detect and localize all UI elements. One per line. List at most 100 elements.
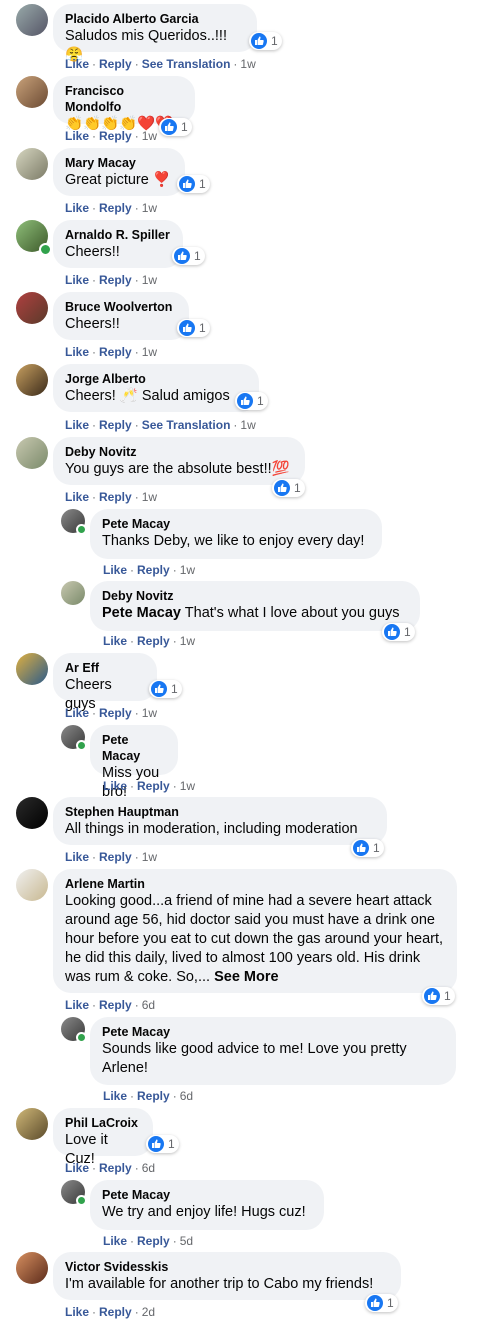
mention-link[interactable]: Pete Macay — [102, 605, 181, 621]
like-link[interactable]: Like — [65, 273, 89, 287]
comment-time[interactable]: 1w — [180, 779, 195, 793]
avatar[interactable] — [16, 292, 48, 324]
reply-link[interactable]: Reply — [99, 57, 132, 71]
avatar[interactable] — [16, 437, 48, 469]
comment-time[interactable]: 1w — [142, 129, 157, 143]
reply-link[interactable]: Reply — [99, 490, 132, 504]
see-translation-link[interactable]: See Translation — [142, 418, 231, 432]
comment-time[interactable]: 1w — [180, 634, 195, 648]
reply-link[interactable]: Reply — [99, 418, 132, 432]
avatar[interactable] — [16, 797, 48, 829]
comment-author[interactable]: Francisco Mondolfo — [65, 83, 183, 115]
reaction-count[interactable]: 1 — [177, 319, 210, 337]
like-link[interactable]: Like — [103, 1089, 127, 1103]
reply-link[interactable]: Reply — [99, 998, 132, 1012]
avatar[interactable] — [16, 4, 48, 36]
comment-actions: Like · Reply · 1w — [103, 634, 196, 648]
reply-link[interactable]: Reply — [137, 1089, 170, 1103]
reply-link[interactable]: Reply — [99, 706, 132, 720]
reply-link[interactable]: Reply — [99, 345, 132, 359]
reply-link[interactable]: Reply — [137, 563, 170, 577]
comment-actions: Like · Reply · 1w — [103, 563, 196, 577]
avatar[interactable] — [16, 148, 48, 180]
reply-link[interactable]: Reply — [99, 1305, 132, 1319]
reaction-count[interactable]: 1 — [422, 987, 455, 1005]
comment-time[interactable]: 1w — [142, 850, 157, 864]
comment-author[interactable]: Pete Macay — [102, 1187, 312, 1203]
comment-author[interactable]: Mary Macay — [65, 155, 173, 171]
see-more-link[interactable]: See More — [214, 969, 278, 985]
comment-time[interactable]: 1w — [180, 563, 195, 577]
like-link[interactable]: Like — [65, 418, 89, 432]
like-link[interactable]: Like — [103, 779, 127, 793]
reaction-count[interactable]: 1 — [351, 839, 384, 857]
comment-time[interactable]: 1w — [142, 345, 157, 359]
reaction-count[interactable]: 1 — [177, 175, 210, 193]
comment-author[interactable]: Victor Svidesskis — [65, 1259, 389, 1275]
comment-author[interactable]: Placido Alberto Garcia — [65, 11, 245, 27]
reply-link[interactable]: Reply — [137, 779, 170, 793]
comment-author[interactable]: Jorge Alberto — [65, 371, 247, 387]
comment-author[interactable]: Arlene Martin — [65, 876, 445, 892]
like-link[interactable]: Like — [103, 634, 127, 648]
reply-link[interactable]: Reply — [99, 850, 132, 864]
like-link[interactable]: Like — [65, 1161, 89, 1175]
like-link[interactable]: Like — [65, 129, 89, 143]
comment-time[interactable]: 1w — [240, 418, 255, 432]
reaction-count[interactable]: 1 — [382, 623, 415, 641]
comment-author[interactable]: Bruce Woolverton — [65, 299, 177, 315]
like-link[interactable]: Like — [65, 490, 89, 504]
avatar[interactable] — [16, 1252, 48, 1284]
avatar[interactable] — [16, 76, 48, 108]
comment-text: Cheers! 🥂 Salud amigos — [65, 388, 230, 404]
see-translation-link[interactable]: See Translation — [142, 57, 231, 71]
comment-author[interactable]: Phil LaCroix — [65, 1115, 141, 1131]
reply-link[interactable]: Reply — [137, 1234, 170, 1248]
comment-author[interactable]: Deby Novitz — [65, 444, 293, 460]
reply-link[interactable]: Reply — [99, 273, 132, 287]
like-link[interactable]: Like — [65, 345, 89, 359]
reaction-count[interactable]: 1 — [235, 392, 268, 410]
reply-link[interactable]: Reply — [99, 201, 132, 215]
like-link[interactable]: Like — [103, 563, 127, 577]
avatar[interactable] — [16, 869, 48, 901]
comment-time[interactable]: 6d — [180, 1089, 193, 1103]
like-link[interactable]: Like — [65, 1305, 89, 1319]
comment-time[interactable]: 1w — [142, 201, 157, 215]
comment-author[interactable]: Pete Macay — [102, 516, 370, 532]
comment-time[interactable]: 6d — [142, 1161, 155, 1175]
avatar[interactable] — [16, 1108, 48, 1140]
reaction-count[interactable]: 1 — [249, 32, 282, 50]
comment-time[interactable]: 2d — [142, 1305, 155, 1319]
avatar[interactable] — [16, 364, 48, 396]
comment-author[interactable]: Ar Eff — [65, 660, 145, 676]
comment-author[interactable]: Arnaldo R. Spiller — [65, 227, 171, 243]
like-link[interactable]: Like — [65, 998, 89, 1012]
reaction-count[interactable]: 1 — [146, 1135, 179, 1153]
comment-author[interactable]: Pete Macay — [102, 732, 166, 764]
reaction-count[interactable]: 1 — [159, 118, 192, 136]
reply-link[interactable]: Reply — [99, 129, 132, 143]
like-link[interactable]: Like — [65, 850, 89, 864]
reaction-count[interactable]: 1 — [272, 479, 305, 497]
comment-time[interactable]: 1w — [142, 706, 157, 720]
comment-author[interactable]: Pete Macay — [102, 1024, 444, 1040]
comment-time[interactable]: 1w — [142, 490, 157, 504]
comment-time[interactable]: 5d — [180, 1234, 193, 1248]
like-link[interactable]: Like — [65, 57, 89, 71]
reaction-count[interactable]: 1 — [149, 680, 182, 698]
avatar[interactable] — [16, 653, 48, 685]
like-link[interactable]: Like — [65, 201, 89, 215]
comment-time[interactable]: 1w — [240, 57, 255, 71]
reaction-count[interactable]: 1 — [365, 1294, 398, 1312]
comment-author[interactable]: Stephen Hauptman — [65, 804, 375, 820]
reply-link[interactable]: Reply — [137, 634, 170, 648]
reply-link[interactable]: Reply — [99, 1161, 132, 1175]
like-link[interactable]: Like — [65, 706, 89, 720]
comment-time[interactable]: 6d — [142, 998, 155, 1012]
comment-author[interactable]: Deby Novitz — [102, 588, 408, 604]
reaction-count[interactable]: 1 — [172, 247, 205, 265]
comment-time[interactable]: 1w — [142, 273, 157, 287]
avatar[interactable] — [61, 581, 85, 605]
like-link[interactable]: Like — [103, 1234, 127, 1248]
